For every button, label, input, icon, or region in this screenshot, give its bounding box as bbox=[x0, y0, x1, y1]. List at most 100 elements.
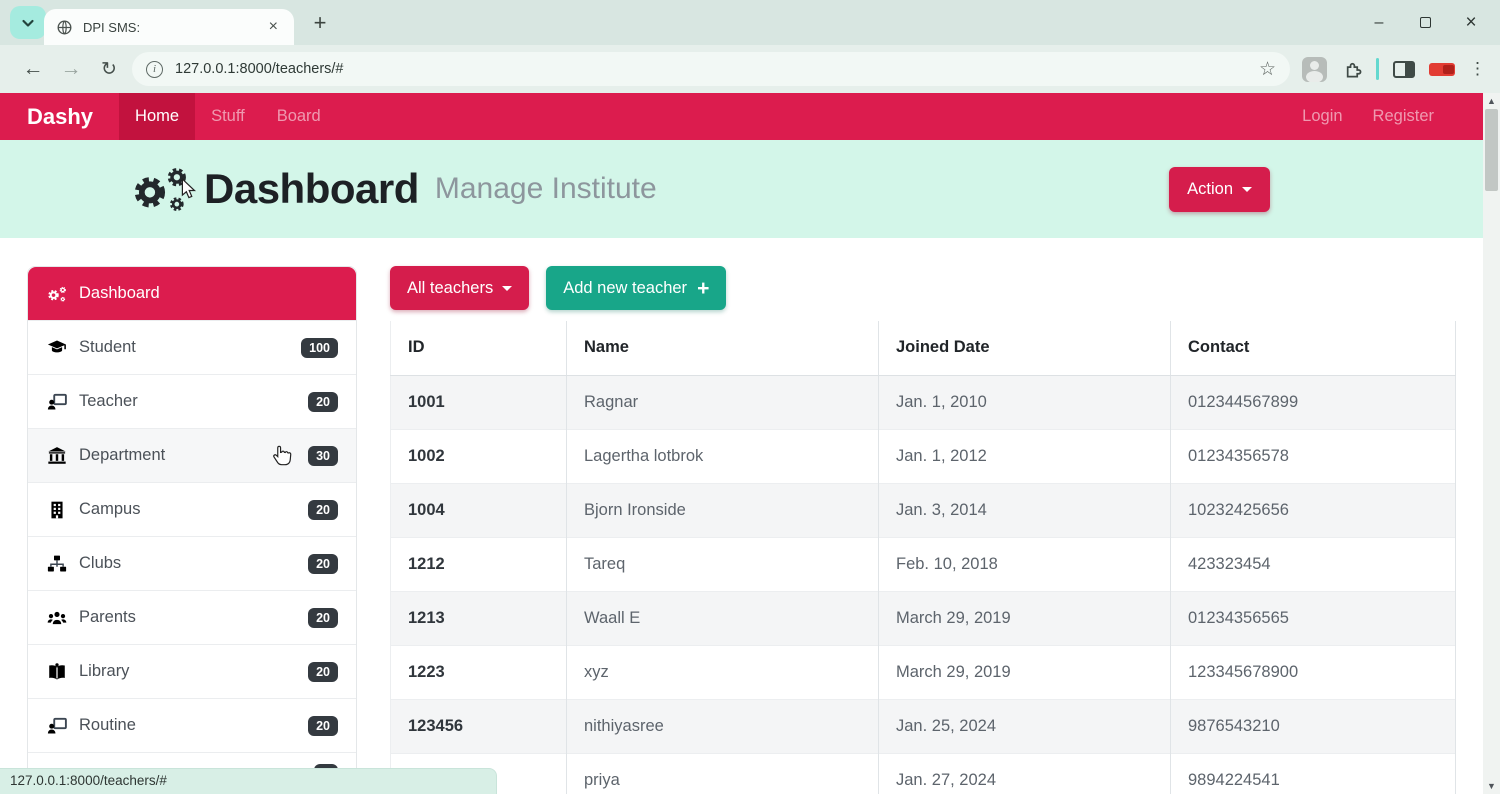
cogs-icon bbox=[46, 284, 68, 304]
chevron-down-icon bbox=[24, 21, 33, 26]
table-row: 1002 Lagertha lotbrok Jan. 1, 2012 01234… bbox=[391, 429, 1456, 483]
cell-joined-date: Jan. 25, 2024 bbox=[879, 699, 1171, 753]
main-content: All teachers Add new teacher + ID Name J… bbox=[390, 266, 1455, 794]
count-badge: 30 bbox=[308, 446, 338, 466]
sidebar-item-department[interactable]: Department 30 bbox=[28, 428, 356, 482]
table-row: 1223 xyz March 29, 2019 123345678900 bbox=[391, 645, 1456, 699]
nav-right: Login Register bbox=[1287, 93, 1483, 140]
building-icon bbox=[46, 500, 68, 520]
cell-joined-date: Jan. 27, 2024 bbox=[879, 753, 1171, 794]
teachers-table: ID Name Joined Date Contact 1001 Ragnar … bbox=[390, 321, 1456, 794]
cell-contact: 012344567899 bbox=[1171, 375, 1456, 429]
cell-joined-date: March 29, 2019 bbox=[879, 591, 1171, 645]
forward-button[interactable]: → bbox=[52, 57, 90, 81]
cell-name: Bjorn Ironside bbox=[567, 483, 879, 537]
cell-name: nithiyasree bbox=[567, 699, 879, 753]
red-extension-icon[interactable] bbox=[1429, 63, 1455, 76]
cell-contact: 123345678900 bbox=[1171, 645, 1456, 699]
cell-name: Tareq bbox=[567, 537, 879, 591]
table-header-row: ID Name Joined Date Contact bbox=[391, 321, 1456, 375]
sidebar-item-clubs[interactable]: Clubs 20 bbox=[28, 536, 356, 590]
status-url-tooltip: 127.0.0.1:8000/teachers/# bbox=[0, 768, 497, 794]
bank-icon bbox=[46, 446, 68, 466]
window-minimize-button[interactable]: – bbox=[1356, 0, 1402, 45]
url-text[interactable]: 127.0.0.1:8000/teachers/# bbox=[175, 61, 1259, 77]
sidebar-item-dashboard[interactable]: Dashboard bbox=[28, 267, 356, 320]
browser-tab[interactable]: DPI SMS: × bbox=[44, 9, 294, 45]
sidebar-item-library[interactable]: Library 20 bbox=[28, 644, 356, 698]
browser-menu-icon[interactable]: ⋮ bbox=[1469, 59, 1486, 79]
nav-link-register[interactable]: Register bbox=[1358, 93, 1449, 140]
action-dropdown-button[interactable]: Action bbox=[1169, 167, 1270, 212]
app-navbar: Dashy Home Stuff Board Login Register bbox=[0, 93, 1483, 140]
sidebar-item-label: Library bbox=[79, 662, 129, 681]
window-close-button[interactable]: × bbox=[1448, 0, 1494, 45]
cell-id: 123456 bbox=[391, 699, 567, 753]
sidebar-item-label: Clubs bbox=[79, 554, 121, 573]
sidebar-item-label: Department bbox=[79, 446, 165, 465]
book-icon bbox=[46, 662, 68, 682]
cell-contact: 9876543210 bbox=[1171, 699, 1456, 753]
column-header-contact: Contact bbox=[1171, 321, 1456, 375]
sidebar-item-routine[interactable]: Routine 20 bbox=[28, 698, 356, 752]
restore-icon bbox=[1420, 17, 1431, 28]
cell-contact: 10232425656 bbox=[1171, 483, 1456, 537]
table-row: priya Jan. 27, 2024 9894224541 bbox=[391, 753, 1456, 794]
column-header-joined-date: Joined Date bbox=[879, 321, 1171, 375]
add-new-teacher-button[interactable]: Add new teacher + bbox=[546, 266, 726, 310]
bookmark-star-icon[interactable]: ☆ bbox=[1259, 58, 1276, 81]
scroll-down-icon[interactable]: ▼ bbox=[1483, 781, 1500, 791]
side-panel-icon[interactable] bbox=[1393, 61, 1415, 78]
count-badge: 20 bbox=[308, 662, 338, 682]
cell-name: Lagertha lotbrok bbox=[567, 429, 879, 483]
tab-close-icon[interactable]: × bbox=[265, 18, 282, 36]
scrollbar-thumb[interactable] bbox=[1485, 109, 1498, 191]
scroll-up-icon[interactable]: ▲ bbox=[1483, 96, 1500, 106]
cell-id: 1002 bbox=[391, 429, 567, 483]
caret-down-icon bbox=[502, 286, 512, 291]
new-tab-button[interactable]: + bbox=[306, 10, 334, 36]
nav-link-login[interactable]: Login bbox=[1287, 93, 1357, 140]
sidebar-item-teacher[interactable]: Teacher 20 bbox=[28, 374, 356, 428]
cell-name: Ragnar bbox=[567, 375, 879, 429]
cell-joined-date: March 29, 2019 bbox=[879, 645, 1171, 699]
cell-id: 1001 bbox=[391, 375, 567, 429]
site-info-icon[interactable]: i bbox=[146, 61, 163, 78]
count-badge: 100 bbox=[301, 338, 338, 358]
count-badge: 20 bbox=[308, 716, 338, 736]
all-teachers-dropdown-button[interactable]: All teachers bbox=[390, 266, 529, 310]
nav-link-board[interactable]: Board bbox=[261, 93, 337, 140]
tab-title: DPI SMS: bbox=[83, 20, 265, 35]
sidebar-item-label: Dashboard bbox=[79, 284, 160, 303]
cell-joined-date: Jan. 1, 2010 bbox=[879, 375, 1171, 429]
content-toolbar: All teachers Add new teacher + bbox=[390, 266, 1455, 310]
toolbar-divider bbox=[1376, 58, 1379, 80]
address-bar[interactable]: i 127.0.0.1:8000/teachers/# ☆ bbox=[132, 52, 1290, 86]
window-restore-button[interactable] bbox=[1402, 0, 1448, 45]
cell-joined-date: Feb. 10, 2018 bbox=[879, 537, 1171, 591]
cogs-icon bbox=[128, 162, 192, 216]
back-button[interactable]: ← bbox=[14, 57, 52, 81]
brand[interactable]: Dashy bbox=[27, 93, 93, 140]
reload-button[interactable]: ↻ bbox=[90, 58, 128, 81]
nav-link-stuff[interactable]: Stuff bbox=[195, 93, 261, 140]
graduation-cap-icon bbox=[46, 338, 68, 358]
cell-contact: 9894224541 bbox=[1171, 753, 1456, 794]
profile-avatar-icon[interactable] bbox=[1302, 57, 1327, 82]
page-scrollbar[interactable]: ▲ ▼ bbox=[1483, 93, 1500, 794]
sidebar-item-parents[interactable]: Parents 20 bbox=[28, 590, 356, 644]
page-subtitle: Manage Institute bbox=[435, 172, 657, 206]
cell-contact: 423323454 bbox=[1171, 537, 1456, 591]
table-row: 1213 Waall E March 29, 2019 01234356565 bbox=[391, 591, 1456, 645]
cell-name: Waall E bbox=[567, 591, 879, 645]
sidebar-item-campus[interactable]: Campus 20 bbox=[28, 482, 356, 536]
nav-link-home[interactable]: Home bbox=[119, 93, 195, 140]
page-title: Dashboard bbox=[204, 165, 419, 213]
sidebar-item-student[interactable]: Student 100 bbox=[28, 320, 356, 374]
tab-search-chevron-button[interactable] bbox=[10, 6, 46, 39]
cell-id: 1004 bbox=[391, 483, 567, 537]
chalkboard-teacher-icon bbox=[46, 716, 68, 736]
sidebar-item-label: Student bbox=[79, 338, 136, 357]
extensions-puzzle-icon[interactable] bbox=[1341, 59, 1362, 80]
sidebar: Dashboard Student 100 Teacher 20 Departm… bbox=[27, 266, 357, 794]
